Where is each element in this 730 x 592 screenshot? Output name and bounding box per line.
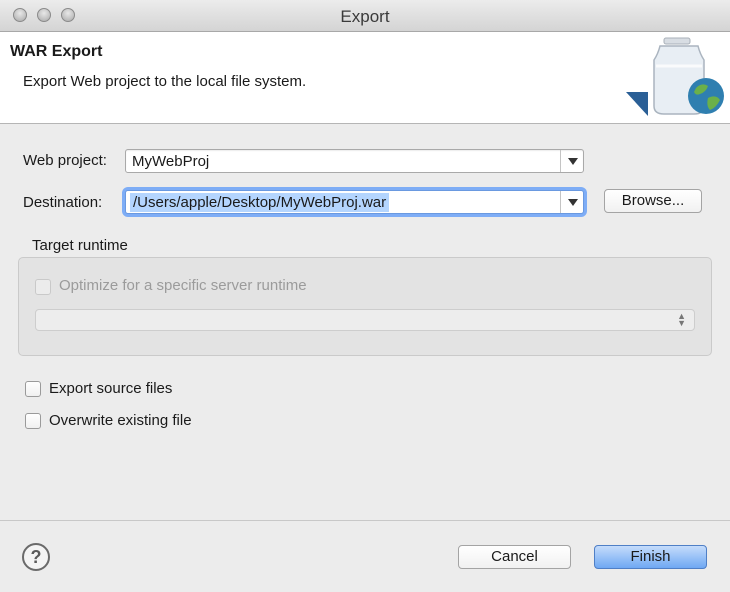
window-title: Export — [340, 7, 390, 26]
export-source-label: Export source files — [49, 380, 173, 397]
overwrite-label: Overwrite existing file — [49, 412, 192, 429]
wizard-title: WAR Export — [10, 43, 103, 60]
title-bar: Export — [0, 0, 730, 32]
web-project-combo[interactable]: MyWebProj — [125, 149, 584, 173]
target-runtime-group: Optimize for a specific server runtime ▲… — [18, 257, 712, 356]
optimize-runtime-label: Optimize for a specific server runtime — [59, 277, 307, 294]
web-project-value: MyWebProj — [132, 153, 210, 170]
wizard-header: WAR Export Export Web project to the loc… — [0, 32, 730, 124]
footer-divider — [0, 520, 730, 521]
export-source-checkbox[interactable] — [25, 381, 41, 397]
destination-label: Destination: — [23, 194, 103, 211]
runtime-select[interactable]: ▲ ▼ — [35, 309, 695, 331]
web-project-label: Web project: — [23, 152, 107, 169]
browse-button[interactable]: Browse... — [604, 189, 702, 213]
cancel-button[interactable]: Cancel — [458, 545, 571, 569]
up-down-arrows-icon: ▲ ▼ — [677, 311, 686, 328]
finish-button[interactable]: Finish — [594, 545, 707, 569]
destination-combo[interactable]: /Users/apple/Desktop/MyWebProj.war — [125, 190, 584, 214]
help-icon[interactable]: ? — [22, 543, 50, 571]
export-jar-globe-icon — [626, 37, 724, 116]
destination-value[interactable]: /Users/apple/Desktop/MyWebProj.war — [130, 193, 390, 212]
optimize-runtime-checkbox[interactable] — [35, 279, 51, 295]
overwrite-checkbox[interactable] — [25, 413, 41, 429]
wizard-description: Export Web project to the local file sys… — [23, 73, 307, 90]
chevron-down-icon[interactable] — [560, 191, 583, 213]
chevron-down-icon[interactable] — [560, 150, 583, 172]
target-runtime-group-label: Target runtime — [32, 237, 128, 254]
